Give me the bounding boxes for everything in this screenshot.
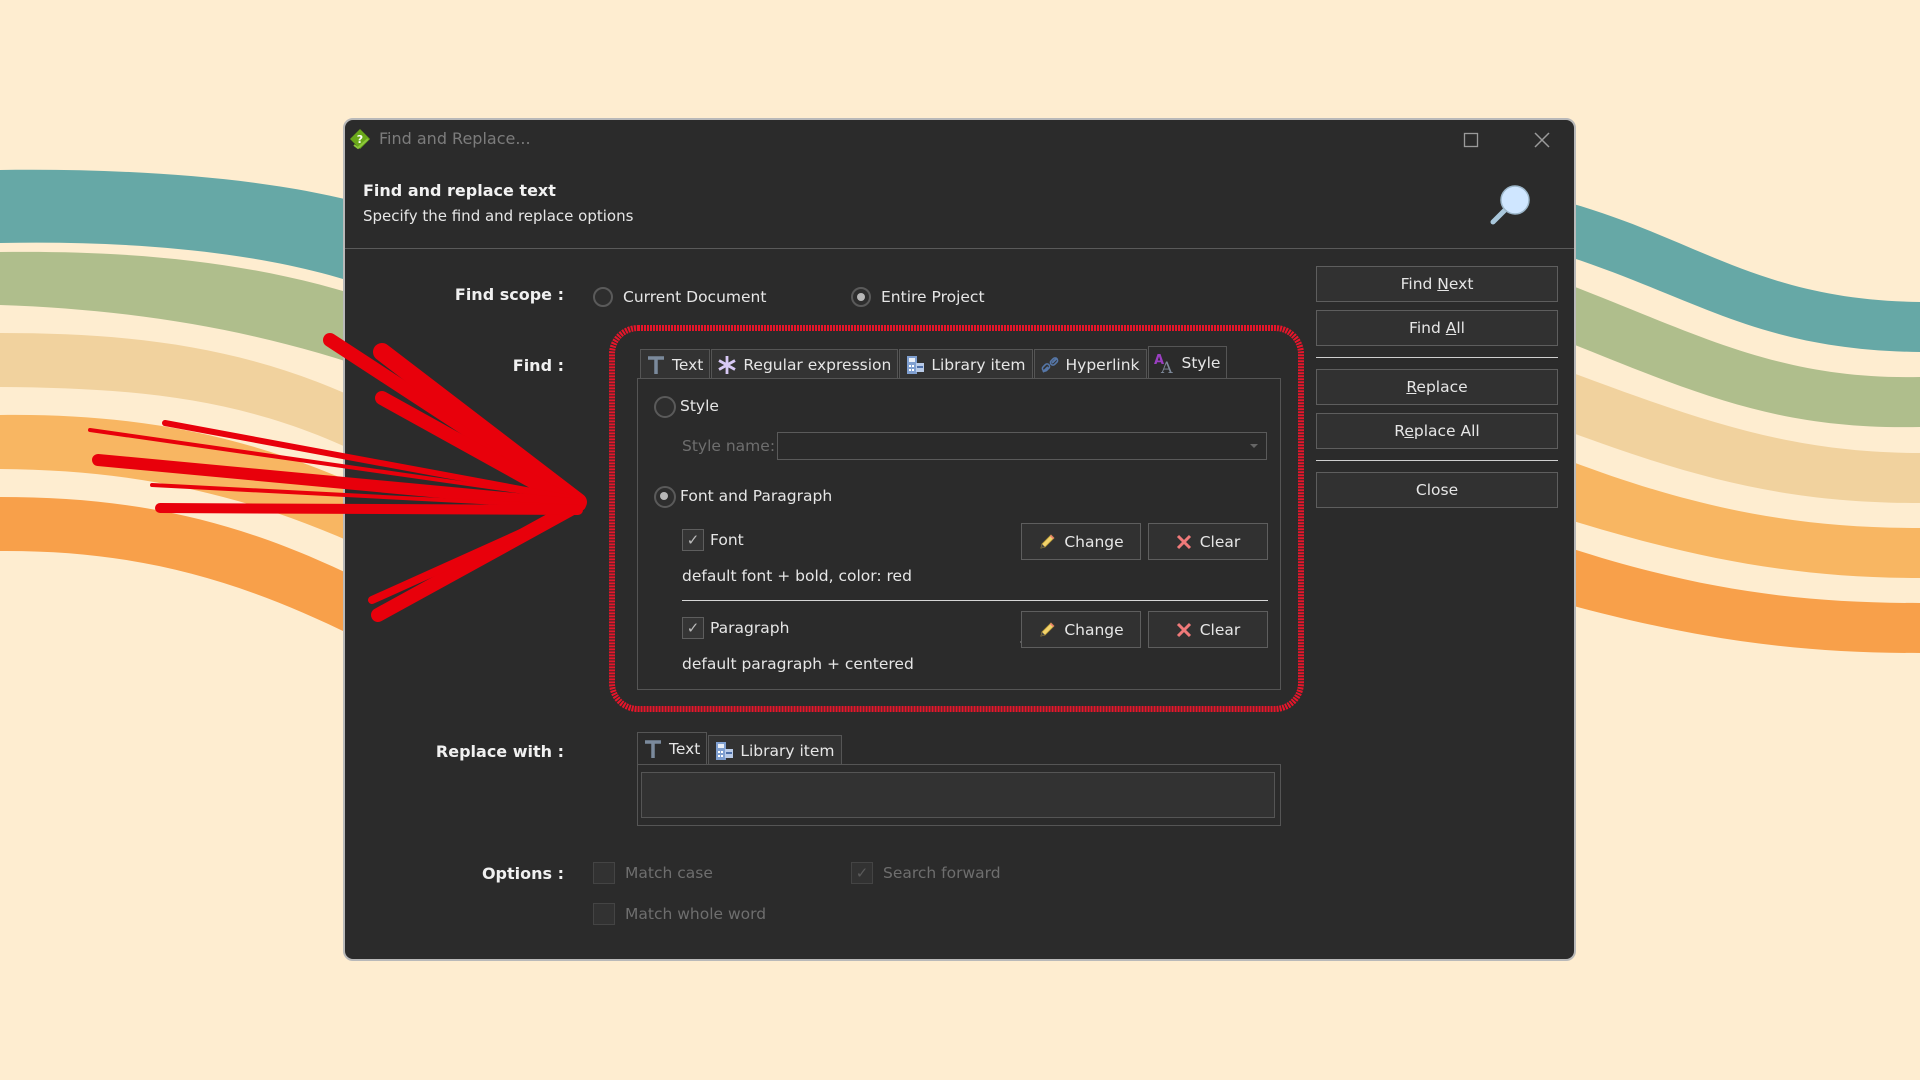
radio-label: Current Document	[623, 288, 767, 306]
style-name-label: Style name:	[682, 437, 776, 455]
replace-panel	[637, 764, 1281, 826]
window-title: Find and Replace...	[379, 129, 531, 148]
find-tab-style[interactable]: AA Style	[1147, 346, 1228, 379]
checkbox-box[interactable]	[593, 862, 615, 884]
font-checkbox[interactable]: ✓ Font	[682, 529, 782, 553]
checkmark-icon[interactable]: ✓	[682, 617, 704, 639]
button-label: Change	[1064, 532, 1124, 551]
header-subtitle: Specify the find and replace options	[363, 207, 634, 225]
text-t-icon	[645, 354, 667, 376]
paragraph-change-button[interactable]: Change	[1021, 611, 1141, 648]
find-tab-regular-expression[interactable]: Regular expression	[711, 349, 899, 379]
checkbox-label: Search forward	[883, 864, 1001, 882]
checkmark-icon[interactable]: ✓	[682, 529, 704, 551]
paragraph-clear-button[interactable]: Clear	[1148, 611, 1268, 648]
x-clear-icon	[1176, 622, 1192, 638]
pencil-icon	[1038, 533, 1056, 551]
button-label: Replace	[1406, 378, 1468, 396]
radio-circle[interactable]	[654, 486, 676, 508]
find-style-panel: Style Style name: Font and Paragraph ✓ F…	[637, 378, 1281, 690]
style-radio[interactable]: Style	[654, 395, 754, 419]
button-label: Find All	[1409, 319, 1465, 337]
checkbox-label: Match whole word	[625, 905, 767, 923]
options-label: Options :	[481, 864, 564, 883]
paragraph-checkbox[interactable]: ✓ Paragraph	[682, 617, 822, 641]
hyperlink-icon	[1039, 354, 1061, 376]
checkbox-label: Paragraph	[710, 619, 790, 637]
header-divider	[345, 248, 1574, 249]
button-label: Clear	[1199, 620, 1241, 639]
magnifier-icon	[1485, 180, 1535, 230]
asterisk-icon	[716, 354, 738, 376]
find-replace-dialog: ? Find and Replace... Find and replace t…	[343, 118, 1576, 961]
button-label: Find Next	[1400, 275, 1474, 293]
chevron-down-icon	[1250, 444, 1258, 448]
radio-circle[interactable]	[851, 287, 871, 307]
radio-label: Entire Project	[881, 288, 985, 306]
close-icon	[1534, 132, 1550, 148]
find-tab-hyperlink[interactable]: Hyperlink	[1033, 349, 1147, 379]
replace-button[interactable]: Replace	[1316, 369, 1558, 405]
scope-entire-project-radio[interactable]: Entire Project	[851, 286, 1011, 310]
paragraph-description: default paragraph + centered	[682, 655, 914, 673]
checkbox-label: Match case	[625, 864, 713, 882]
tab-label: Hyperlink	[1065, 355, 1140, 374]
search-forward-checkbox[interactable]: ✓ Search forward	[851, 862, 1051, 886]
tab-label: Text	[672, 355, 704, 374]
font-paragraph-divider	[682, 600, 1268, 601]
style-icon: AA	[1153, 351, 1177, 375]
style-name-select[interactable]	[777, 432, 1267, 460]
replace-tab-text[interactable]: Text	[637, 732, 708, 765]
radio-circle[interactable]	[654, 396, 676, 418]
font-clear-button[interactable]: Clear	[1148, 523, 1268, 560]
find-tabs: Text Regular expression Library item Hyp…	[640, 346, 1228, 379]
actions-divider	[1316, 357, 1558, 358]
radio-label: Font and Paragraph	[680, 487, 833, 505]
tab-label: Library item	[740, 741, 835, 760]
font-change-button[interactable]: Change	[1021, 523, 1141, 560]
font-and-paragraph-radio[interactable]: Font and Paragraph	[654, 485, 854, 509]
svg-text:A: A	[1160, 358, 1173, 375]
actions-divider	[1316, 460, 1558, 461]
button-label: Change	[1064, 620, 1124, 639]
library-item-icon	[904, 354, 926, 376]
find-tab-text[interactable]: Text	[640, 349, 711, 379]
library-item-icon	[713, 740, 735, 762]
checkbox-box[interactable]	[593, 903, 615, 925]
text-t-icon	[642, 738, 664, 760]
button-label: Clear	[1199, 532, 1241, 551]
find-all-button[interactable]: Find All	[1316, 310, 1558, 346]
maximize-button[interactable]	[1462, 131, 1480, 149]
replace-with-label: Replace with :	[435, 742, 564, 761]
header-title: Find and replace text	[363, 181, 556, 200]
find-tab-library-item[interactable]: Library item	[899, 349, 1033, 379]
font-description: default font + bold, color: red	[682, 567, 912, 585]
match-case-checkbox[interactable]: Match case	[593, 862, 753, 886]
close-window-button[interactable]	[1532, 130, 1552, 150]
x-clear-icon	[1176, 534, 1192, 550]
close-button[interactable]: Close	[1316, 472, 1558, 508]
checkmark-icon[interactable]: ✓	[851, 862, 873, 884]
match-whole-word-checkbox[interactable]: Match whole word	[593, 903, 793, 927]
find-label: Find :	[512, 356, 564, 375]
svg-text:?: ?	[357, 133, 363, 146]
radio-circle[interactable]	[593, 287, 613, 307]
app-logo-icon: ?	[349, 128, 371, 150]
tab-label: Style	[1181, 354, 1221, 372]
find-scope-label: Find scope :	[454, 285, 564, 304]
button-label: Replace All	[1394, 422, 1480, 440]
replace-text-input[interactable]	[641, 772, 1275, 818]
tab-label: Library item	[931, 355, 1026, 374]
tab-label: Text	[669, 740, 701, 758]
pencil-icon	[1038, 621, 1056, 639]
replace-tabs: Text Library item	[637, 732, 843, 765]
scope-current-document-radio[interactable]: Current Document	[593, 286, 773, 310]
replace-all-button[interactable]: Replace All	[1316, 413, 1558, 449]
button-label: Close	[1415, 481, 1459, 499]
radio-label: Style	[680, 397, 719, 415]
find-next-button[interactable]: Find Next	[1316, 266, 1558, 302]
replace-tab-library-item[interactable]: Library item	[708, 735, 842, 765]
tab-label: Regular expression	[743, 355, 892, 374]
checkbox-label: Font	[710, 531, 744, 549]
